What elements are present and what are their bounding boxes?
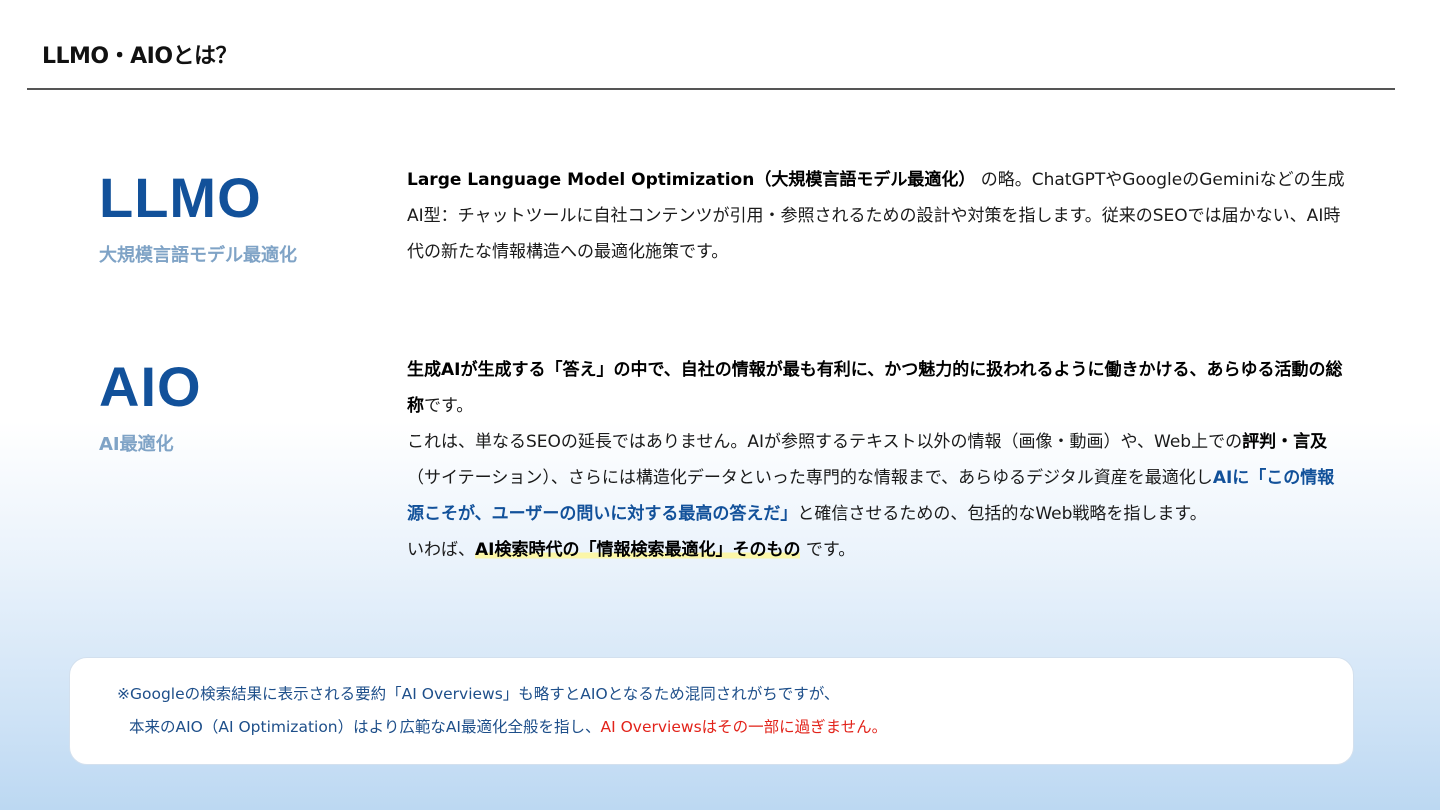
aio-paragraph-1: 生成AIが生成する「答え」の中で、自社の情報が最も有利に、かつ魅力的に扱われるよ… xyxy=(407,352,1347,424)
aio-p1-rest: です。 xyxy=(424,396,474,416)
llmo-description: Large Language Model Optimization（大規模言語モ… xyxy=(407,162,1347,270)
llmo-term: LLMO xyxy=(99,166,262,229)
aio-p1-bold: 生成AIが生成する「答え」の中で、自社の情報が最も有利に、かつ魅力的に扱われるよ… xyxy=(407,360,1343,416)
title-divider xyxy=(27,88,1395,90)
aio-p2-start: これは、単なるSEOの延長ではありません。AIが参照するテキスト以外の情報（画像… xyxy=(407,432,1243,452)
aio-term: AIO xyxy=(99,355,202,418)
note-line-2-start: 本来のAIO（AI Optimization）はより広範なAI最適化全般を指し、 xyxy=(129,718,601,736)
aio-p3-end: です。 xyxy=(800,540,856,560)
aio-paragraph-3: いわば、AI検索時代の「情報検索最適化」そのもの です。 xyxy=(407,532,1347,568)
aio-p2-bold: 評判・言及 xyxy=(1242,432,1328,452)
llmo-desc-bold: Large Language Model Optimization（大規模言語モ… xyxy=(407,170,976,190)
note-line-2-red: AI Overviewsはその一部に過ぎません。 xyxy=(600,718,888,736)
aio-paragraph-2: これは、単なるSEOの延長ではありません。AIが参照するテキスト以外の情報（画像… xyxy=(407,424,1347,532)
note-box: ※Googleの検索結果に表示される要約「AI Overviews」も略すとAI… xyxy=(69,657,1354,765)
note-line-1: ※Googleの検索結果に表示される要約「AI Overviews」も略すとAI… xyxy=(117,685,840,703)
llmo-subtitle: 大規模言語モデル最適化 xyxy=(99,245,297,266)
note-line-2: 本来のAIO（AI Optimization）はより広範なAI最適化全般を指し、… xyxy=(129,715,887,737)
aio-description: 生成AIが生成する「答え」の中で、自社の情報が最も有利に、かつ魅力的に扱われるよ… xyxy=(407,352,1347,568)
aio-p3-start: いわば、 xyxy=(407,540,475,560)
aio-p2-end: と確信させるための、包括的なWeb戦略を指します。 xyxy=(797,504,1207,524)
aio-p3-highlight: AI検索時代の「情報検索最適化」そのもの xyxy=(475,540,801,560)
aio-p2-mid: （サイテーション）、さらには構造化データといった専門的な情報まで、あらゆるデジタ… xyxy=(407,468,1213,488)
page-title: LLMO・AIOとは？ xyxy=(42,44,238,69)
aio-subtitle: AI最適化 xyxy=(99,434,174,455)
